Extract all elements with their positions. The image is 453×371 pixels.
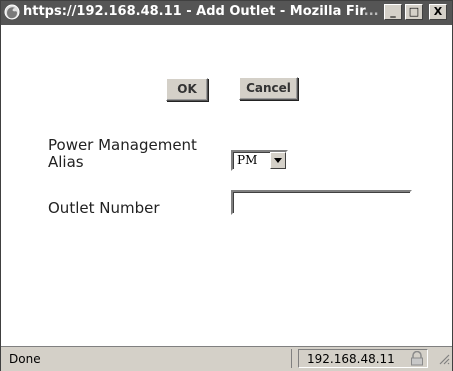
- status-bar: Done 192.168.48.11: [1, 346, 452, 371]
- resize-grip-icon[interactable]: [438, 350, 450, 369]
- close-icon: X: [433, 5, 443, 18]
- minimize-button[interactable]: _: [384, 4, 402, 20]
- maximize-icon: □: [408, 5, 420, 18]
- outlet-number-label: Outlet Number: [48, 199, 160, 217]
- alias-label-line2: Alias: [48, 153, 84, 171]
- title-bar[interactable]: https://192.168.48.11 - Add Outlet - Moz…: [1, 1, 452, 25]
- status-host: 192.168.48.11: [307, 352, 395, 366]
- cancel-button[interactable]: Cancel: [239, 77, 298, 100]
- window-title: https://192.168.48.11 - Add Outlet - Moz…: [23, 4, 379, 19]
- alias-select[interactable]: PM: [231, 150, 288, 171]
- window-title-ellipsis: ...: [363, 4, 379, 19]
- alias-select-value: PM: [237, 153, 258, 167]
- alias-label-line1: Power Management: [48, 136, 197, 154]
- close-button[interactable]: X: [429, 4, 447, 20]
- lock-icon[interactable]: [410, 350, 424, 370]
- ok-button[interactable]: OK: [166, 78, 208, 101]
- status-host-panel: 192.168.48.11: [298, 349, 428, 368]
- window-title-main: https://192.168.48.11 - Add Outlet - Moz…: [23, 4, 364, 19]
- power-management-alias-label: Power Management Alias: [48, 137, 197, 171]
- minimize-icon: _: [390, 5, 396, 18]
- firefox-icon: [4, 4, 20, 20]
- status-text: Done: [9, 352, 41, 366]
- maximize-button[interactable]: □: [405, 4, 423, 20]
- browser-window: https://192.168.48.11 - Add Outlet - Moz…: [0, 0, 453, 371]
- chevron-down-icon[interactable]: [270, 152, 286, 169]
- outlet-number-input[interactable]: [231, 190, 412, 215]
- status-divider: [291, 349, 292, 368]
- dialog-content: OK Cancel Power Management Alias PM Outl…: [1, 25, 452, 346]
